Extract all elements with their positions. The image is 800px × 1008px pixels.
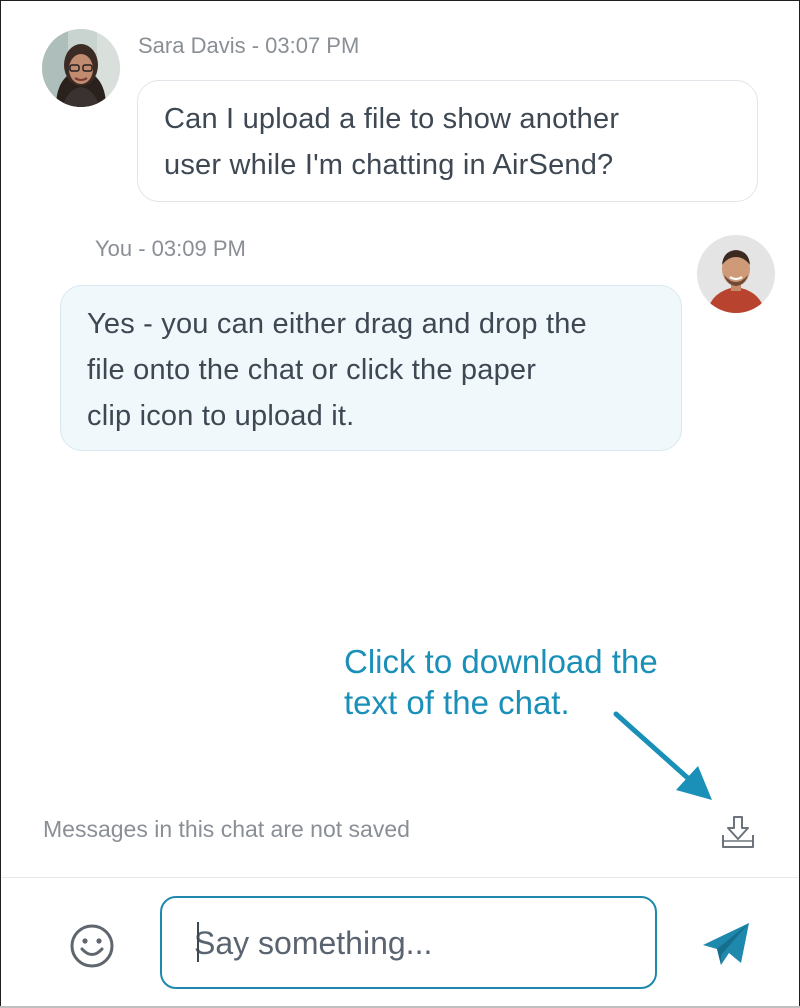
paper-plane-icon: [703, 923, 749, 965]
message-meta-you: You - 03:09 PM: [95, 236, 246, 261]
not-saved-notice: Messages in this chat are not saved: [43, 816, 410, 842]
chat-panel: Sara Davis - 03:07 PM Can I upload a fil…: [0, 0, 800, 1008]
download-chat-button[interactable]: [719, 813, 757, 853]
message-input-wrapper[interactable]: [160, 896, 657, 989]
message-input[interactable]: [194, 918, 624, 968]
text-caret: [197, 922, 199, 962]
message-line: Yes - you can either drag and drop the: [87, 308, 587, 340]
message-bubble-you: Yes - you can either drag and drop the f…: [60, 285, 682, 451]
message-meta-sara: Sara Davis - 03:07 PM: [138, 33, 360, 58]
message-line: file onto the chat or click the paper: [87, 354, 537, 386]
composer-divider: [2, 877, 798, 878]
send-button[interactable]: [701, 919, 753, 971]
message-line: user while I'm chatting in AirSend?: [164, 149, 614, 181]
message-bubble-sara: Can I upload a file to show another user…: [137, 80, 758, 202]
message-line: clip icon to upload it.: [87, 400, 355, 432]
smiley-face-icon: [70, 924, 114, 968]
callout-arrow: [613, 711, 712, 800]
message-line: Can I upload a file to show another: [164, 103, 620, 135]
sara-davis-avatar: [42, 29, 120, 107]
callout-line: Click to download the: [344, 643, 658, 680]
emoji-button[interactable]: [68, 922, 116, 970]
download-tray-icon: [722, 816, 754, 848]
your-avatar: [697, 235, 775, 313]
